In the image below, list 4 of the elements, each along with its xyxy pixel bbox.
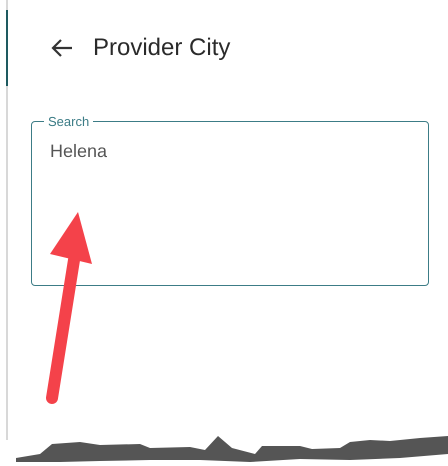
search-field[interactable]: Search Helena [31,114,429,286]
search-value: Helena [50,141,108,162]
back-arrow-icon [51,38,73,58]
page-title: Provider City [93,34,230,62]
